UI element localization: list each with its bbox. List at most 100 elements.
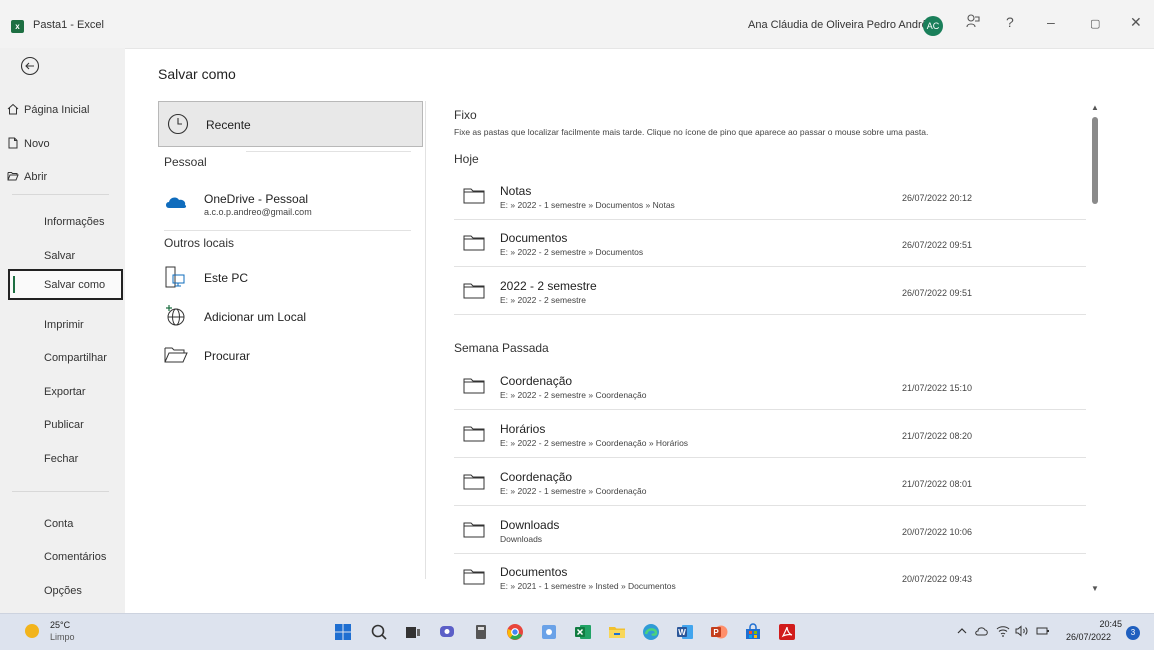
minimize-button[interactable]: – [1047, 14, 1055, 30]
folder-path: E: » 2022 - 2 semestre [500, 295, 586, 305]
nav-home[interactable]: Página Inicial [0, 96, 125, 124]
location-this-pc[interactable]: Este PC [158, 263, 423, 295]
location-onedrive[interactable]: OneDrive - Pessoal a.c.o.p.andreo@gmail.… [158, 186, 423, 218]
feedback-icon[interactable] [966, 14, 980, 31]
folder-date: 26/07/2022 09:51 [902, 288, 973, 298]
folder-row[interactable]: Coordenação E: » 2022 - 2 semestre » Coo… [454, 364, 1086, 410]
task-view-icon[interactable] [404, 623, 422, 641]
nav-save-label: Salvar [44, 250, 76, 262]
nav-print[interactable]: Imprimir [0, 311, 125, 339]
folder-name: Horários [500, 422, 546, 436]
nav-export-label: Exportar [44, 386, 86, 398]
folder-path: Downloads [500, 534, 543, 544]
sidebar-divider [12, 194, 109, 195]
folder-path: E: » 2022 - 2 semestre » Coordenação [500, 390, 647, 400]
nav-save[interactable]: Salvar [0, 242, 125, 270]
other-locations-header: Outros locais [164, 236, 235, 250]
excel-icon[interactable] [574, 623, 592, 641]
location-browse-label: Procurar [204, 349, 251, 363]
divider [454, 219, 1086, 220]
folder-row[interactable]: Documentos E: » 2022 - 2 semestre » Docu… [454, 221, 1086, 267]
open-folder-icon [7, 172, 19, 181]
file-explorer-icon[interactable] [608, 623, 626, 641]
acrobat-icon[interactable] [778, 623, 796, 641]
nav-account[interactable]: Conta [0, 510, 125, 538]
clock-time[interactable]: 20:45 [1086, 619, 1122, 629]
nav-close[interactable]: Fechar [0, 445, 125, 473]
store-icon[interactable] [744, 623, 762, 641]
avatar[interactable]: AC [923, 16, 943, 36]
location-add-place[interactable]: Adicionar um Local [158, 302, 423, 334]
chrome-icon[interactable] [506, 623, 524, 641]
restore-button[interactable]: ▢ [1090, 17, 1100, 30]
weather-moon-icon[interactable] [25, 624, 39, 638]
window-title: Pasta1 - Excel [33, 19, 104, 31]
folder-icon [463, 188, 485, 204]
word-icon[interactable]: W [676, 623, 694, 641]
folder-name: Notas [500, 184, 532, 198]
cloud-sync-icon[interactable] [975, 625, 989, 640]
app-icon[interactable] [540, 623, 558, 641]
weather-temperature[interactable]: 25°C [50, 620, 70, 630]
help-button[interactable]: ? [1006, 14, 1014, 30]
chevron-up-icon[interactable] [956, 625, 968, 640]
nav-account-label: Conta [44, 518, 74, 530]
close-button[interactable]: ✕ [1130, 14, 1142, 31]
volume-icon[interactable] [1015, 625, 1029, 640]
folder-icon [463, 474, 485, 490]
folder-path: E: » 2021 - 1 semestre » Insted » Docume… [500, 581, 676, 591]
nav-open[interactable]: Abrir [0, 163, 125, 191]
nav-publish[interactable]: Publicar [0, 411, 125, 439]
location-recent[interactable]: Recente [158, 101, 423, 147]
notification-badge[interactable]: 3 [1126, 626, 1140, 640]
powerpoint-icon[interactable]: P [710, 623, 728, 641]
chat-icon[interactable] [438, 623, 456, 641]
scroll-down-button[interactable]: ▼ [1091, 584, 1099, 593]
nav-share[interactable]: Compartilhar [0, 344, 125, 372]
active-indicator [13, 276, 15, 293]
folder-name: Documentos [500, 231, 568, 245]
clock-icon [167, 113, 189, 135]
nav-info[interactable]: Informações [0, 208, 125, 236]
folder-date: 21/07/2022 15:10 [902, 383, 973, 393]
battery-icon[interactable] [1036, 625, 1050, 640]
folder-date: 21/07/2022 08:01 [902, 479, 973, 489]
folder-row[interactable]: Horários E: » 2022 - 2 semestre » Coorde… [454, 412, 1086, 458]
nav-new[interactable]: Novo [0, 130, 125, 158]
nav-options[interactable]: Opções [0, 577, 125, 605]
location-this-pc-label: Este PC [204, 271, 249, 285]
folder-path: E: » 2022 - 2 semestre » Documentos [500, 247, 644, 257]
nav-print-label: Imprimir [44, 319, 84, 331]
nav-feedback[interactable]: Comentários [0, 543, 125, 571]
folder-row[interactable]: 2022 - 2 semestre E: » 2022 - 2 semestre… [454, 269, 1086, 315]
nav-save-as[interactable]: Salvar como [8, 269, 123, 300]
weather-condition[interactable]: Limpo [50, 632, 75, 642]
folder-row[interactable]: Notas E: » 2022 - 1 semestre » Documento… [454, 174, 1086, 220]
folder-row[interactable]: Documentos E: » 2021 - 1 semestre » Inst… [454, 555, 1086, 601]
wifi-icon[interactable] [996, 625, 1010, 640]
folder-icon [463, 283, 485, 299]
divider [454, 314, 1086, 315]
location-browse[interactable]: Procurar [158, 340, 423, 372]
page-title: Salvar como [158, 66, 236, 82]
divider [454, 505, 1086, 506]
folder-icon [463, 522, 485, 538]
backstage-sidebar: Página Inicial Novo Abrir Informações Sa… [0, 48, 125, 613]
search-icon[interactable] [370, 623, 388, 641]
folder-row[interactable]: Downloads Downloads 20/07/2022 10:06 [454, 508, 1086, 554]
scrollbar-thumb[interactable] [1092, 117, 1098, 204]
panel-divider [425, 101, 426, 579]
folder-row[interactable]: Coordenação E: » 2022 - 1 semestre » Coo… [454, 460, 1086, 506]
windows-start-icon[interactable] [334, 623, 352, 641]
back-button[interactable] [20, 56, 40, 76]
folder-name: Downloads [500, 518, 560, 532]
nav-export[interactable]: Exportar [0, 378, 125, 406]
pinned-description: Fixe as pastas que localizar facilmente … [454, 127, 929, 137]
calculator-icon[interactable] [472, 623, 490, 641]
clock-date[interactable]: 26/07/2022 [1066, 632, 1111, 642]
scroll-up-button[interactable]: ▲ [1091, 103, 1099, 112]
divider [454, 266, 1086, 267]
title-bar: x Pasta1 - Excel Ana Cláudia de Oliveira… [0, 0, 1154, 49]
edge-icon[interactable] [642, 623, 660, 641]
user-name[interactable]: Ana Cláudia de Oliveira Pedro Andrêo [748, 19, 934, 31]
